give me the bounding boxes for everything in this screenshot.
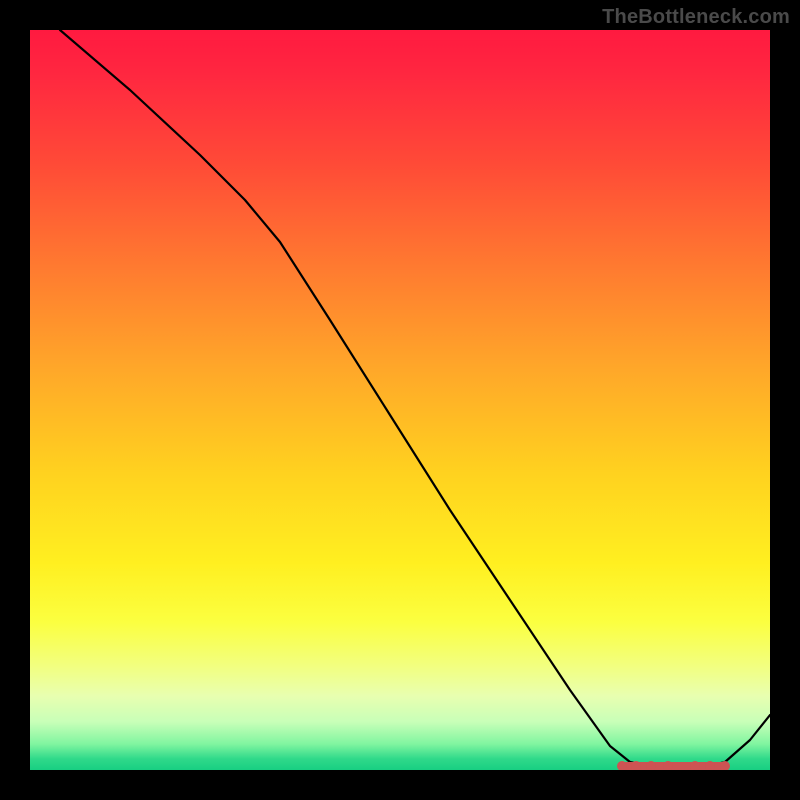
curve-path [60, 30, 770, 768]
chart-frame: TheBottleneck.com [0, 0, 800, 800]
chart-svg [30, 30, 770, 770]
watermark-text: TheBottleneck.com [602, 6, 790, 29]
marker-group [617, 761, 730, 770]
plot-area [30, 30, 770, 770]
